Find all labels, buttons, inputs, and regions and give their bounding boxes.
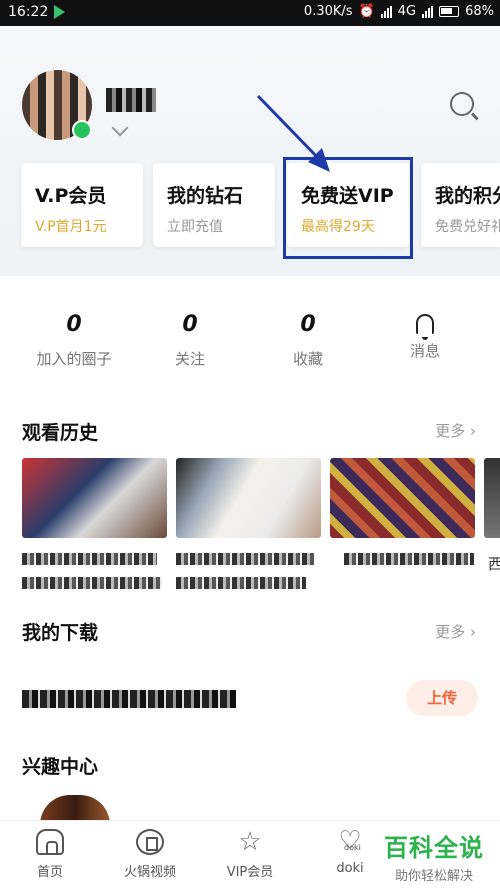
- joined-circles-stat[interactable]: 0 加入的圈子: [34, 312, 114, 369]
- history-thumbnail[interactable]: [484, 458, 500, 538]
- points-card[interactable]: 我的积分 免费兑好礼: [421, 163, 500, 247]
- battery-level: 68%: [465, 4, 494, 19]
- vip-member-card[interactable]: V.P会员 V.P首月1元: [21, 163, 143, 247]
- status-time: 16:22: [8, 4, 49, 20]
- doki-tag: doki: [344, 843, 361, 852]
- signal-icon-2: [422, 5, 434, 18]
- watermark-subtitle: 助你轻松解决: [394, 869, 473, 884]
- watermark-title: 百科全说: [384, 834, 484, 862]
- card-subtitle: 免费兑好礼: [435, 219, 500, 235]
- annotation-arrow: [256, 94, 330, 172]
- heart-icon: ♡ doki: [336, 828, 364, 855]
- wechat-badge-icon: [72, 120, 92, 140]
- more-label: 更多: [435, 422, 466, 440]
- network-speed: 0.30K/s: [303, 4, 353, 19]
- history-thumbnail[interactable]: [22, 458, 167, 538]
- battery-icon: [439, 6, 460, 17]
- downloads-more-link[interactable]: 更多 ›: [435, 621, 476, 642]
- stat-label: 关注: [174, 350, 205, 368]
- card-subtitle: 立即充值: [167, 219, 223, 235]
- card-title: 我的积分: [435, 185, 500, 207]
- history-caption: [22, 553, 157, 565]
- history-caption: 西: [488, 555, 500, 573]
- card-title: 我的钻石: [167, 185, 244, 207]
- stat-value: 0: [182, 312, 198, 337]
- card-subtitle: V.P首月1元: [35, 219, 107, 235]
- star-icon: ☆: [238, 827, 262, 857]
- history-more-link[interactable]: 更多 ›: [435, 420, 476, 441]
- interests-title: 兴趣中心: [22, 756, 99, 778]
- history-caption: [22, 577, 162, 589]
- nav-label: 火锅视频: [123, 865, 176, 880]
- home-icon: [36, 829, 64, 855]
- history-caption: [344, 553, 474, 565]
- history-title: 观看历史: [22, 422, 99, 444]
- app-store-icon: [54, 5, 66, 19]
- card-title: V.P会员: [35, 185, 107, 207]
- more-label: 更多: [435, 623, 466, 641]
- following-stat[interactable]: 0 关注: [150, 312, 230, 369]
- nav-label: VIP会员: [226, 865, 274, 880]
- history-thumbnail[interactable]: [176, 458, 321, 538]
- signal-icon: [380, 5, 392, 18]
- stat-value: 0: [66, 312, 82, 337]
- watermark: 百科全说 助你轻松解决: [372, 828, 496, 884]
- alarm-icon: ⏰: [358, 4, 375, 19]
- messages-stat[interactable]: 消息: [385, 312, 465, 361]
- stat-label: 加入的圈子: [36, 350, 112, 368]
- history-caption: [176, 553, 314, 565]
- nav-label: 首页: [36, 865, 63, 880]
- upload-button[interactable]: 上传: [406, 680, 478, 716]
- favorites-stat[interactable]: 0 收藏: [268, 312, 348, 369]
- bell-icon: [416, 314, 434, 340]
- status-bar: 16:22 0.30K/s ⏰ 4G 68%: [0, 0, 500, 26]
- stat-label: 消息: [409, 342, 440, 360]
- search-icon[interactable]: [450, 92, 474, 116]
- nav-vip[interactable]: ☆ VIP会员: [205, 829, 295, 880]
- downloads-title: 我的下载: [22, 622, 99, 644]
- stat-value: 0: [300, 312, 316, 337]
- history-thumbnail[interactable]: [330, 458, 475, 538]
- username[interactable]: [106, 88, 156, 112]
- history-caption: [176, 577, 306, 589]
- network-type: 4G: [397, 4, 417, 19]
- film-icon: [136, 829, 164, 855]
- stat-label: 收藏: [292, 350, 323, 368]
- nav-home[interactable]: 首页: [5, 829, 95, 880]
- upload-prompt: [22, 690, 236, 708]
- nav-hotpot-video[interactable]: 火锅视频: [105, 829, 195, 880]
